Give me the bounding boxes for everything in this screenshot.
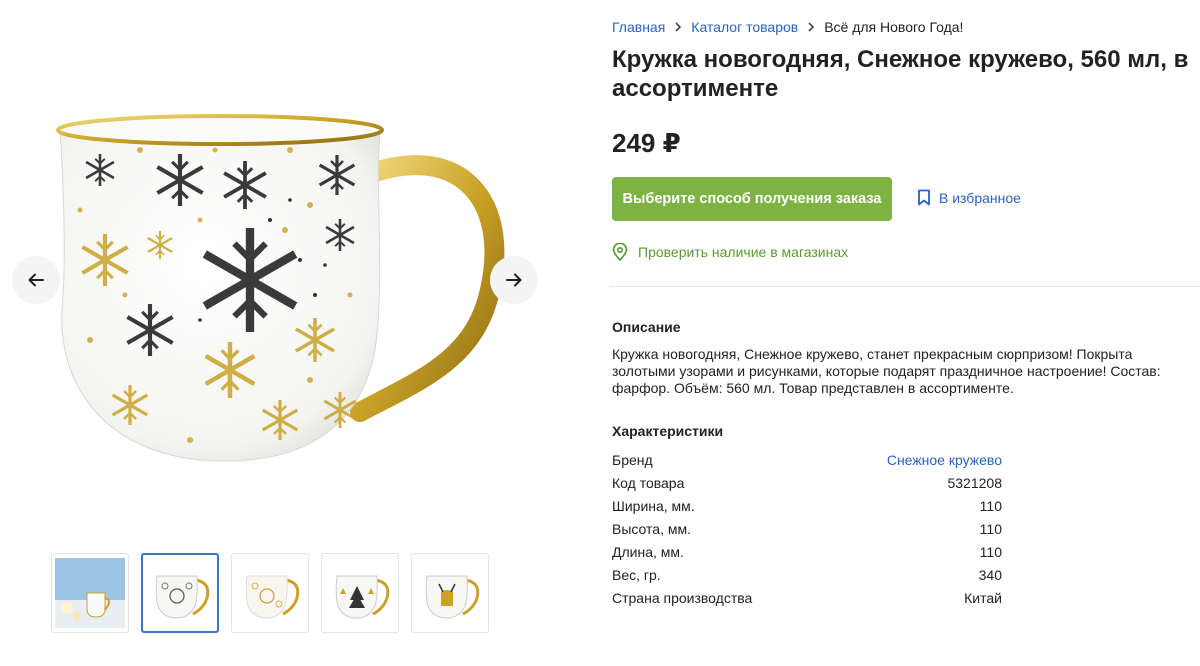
breadcrumb-home-link[interactable]: Главная bbox=[612, 19, 665, 35]
spec-row-code: Код товара 5321208 bbox=[612, 471, 1002, 494]
gallery-prev-button[interactable] bbox=[12, 256, 60, 304]
section-divider bbox=[610, 286, 1200, 287]
spec-row-width: Ширина, мм. 110 bbox=[612, 494, 1002, 517]
thumbnail-gold-deer-image bbox=[425, 575, 480, 619]
add-to-favorites-button[interactable]: В избранное bbox=[917, 189, 1021, 206]
favorites-label: В избранное bbox=[939, 189, 1021, 206]
thumbnail-3[interactable] bbox=[231, 553, 309, 633]
product-main-image bbox=[40, 90, 520, 490]
description-text: Кружка новогодняя, Снежное кружево, стан… bbox=[612, 346, 1161, 396]
specs-heading: Характеристики bbox=[612, 423, 724, 439]
brand-link[interactable]: Снежное кружево bbox=[887, 452, 1002, 468]
spec-label: Длина, мм. bbox=[612, 543, 684, 560]
spec-label: Страна производства bbox=[612, 589, 753, 606]
spec-value: 340 bbox=[978, 566, 1002, 583]
thumbnail-gold-snowflakes-image bbox=[245, 575, 300, 619]
spec-label: Ширина, мм. bbox=[612, 497, 695, 514]
thumbnail-2[interactable] bbox=[141, 553, 219, 633]
spec-value: 110 bbox=[979, 543, 1002, 560]
arrow-left-icon bbox=[28, 273, 44, 287]
spec-row-length: Длина, мм. 110 bbox=[612, 540, 1002, 563]
spec-value: 110 bbox=[979, 520, 1002, 537]
product-price: 249 ₽ bbox=[612, 128, 681, 158]
chevron-right-icon bbox=[674, 22, 682, 32]
location-pin-icon bbox=[612, 243, 628, 261]
breadcrumb: Главная Каталог товаров Всё для Нового Г… bbox=[612, 19, 963, 35]
spec-row-height: Высота, мм. 110 bbox=[612, 517, 1002, 540]
spec-label: Вес, гр. bbox=[612, 566, 661, 583]
spec-value: 110 bbox=[979, 497, 1002, 514]
choose-delivery-button[interactable]: Выберите способ получения заказа bbox=[612, 177, 892, 221]
spec-row-country: Страна производства Китай bbox=[612, 586, 1002, 609]
spec-row-brand: Бренд Снежное кружево bbox=[612, 448, 1002, 471]
thumbnail-scene-image bbox=[55, 558, 125, 628]
bookmark-icon bbox=[917, 189, 931, 206]
breadcrumb-catalog-link[interactable]: Каталог товаров bbox=[691, 19, 798, 35]
mug-illustration bbox=[56, 114, 505, 462]
spec-label: Код товара bbox=[612, 474, 685, 491]
thumbnail-black-trees-image bbox=[335, 575, 390, 619]
thumbnail-4[interactable] bbox=[321, 553, 399, 633]
gallery-next-button[interactable] bbox=[490, 256, 538, 304]
spec-label: Высота, мм. bbox=[612, 520, 691, 537]
thumbnail-5[interactable] bbox=[411, 553, 489, 633]
thumbnail-1[interactable] bbox=[51, 553, 129, 633]
specs-table: Бренд Снежное кружево Код товара 5321208… bbox=[612, 448, 1002, 609]
check-stock-label: Проверить наличие в магазинах bbox=[638, 244, 849, 260]
chevron-right-icon bbox=[807, 22, 815, 32]
spec-label: Бренд bbox=[612, 451, 653, 468]
breadcrumb-current: Всё для Нового Года! bbox=[824, 19, 964, 35]
description-heading: Описание bbox=[612, 319, 681, 335]
arrow-right-icon bbox=[506, 273, 522, 287]
product-title: Кружка новогодняя, Снежное кружево, 560 … bbox=[612, 46, 1189, 102]
spec-row-weight: Вес, гр. 340 bbox=[612, 563, 1002, 586]
product-gallery bbox=[0, 0, 560, 666]
spec-value: Китай bbox=[964, 589, 1002, 606]
check-stock-link[interactable]: Проверить наличие в магазинах bbox=[612, 243, 848, 261]
thumbnail-strip bbox=[51, 553, 489, 633]
spec-value: 5321208 bbox=[947, 474, 1002, 491]
thumbnail-silver-snowflakes-image bbox=[155, 575, 210, 619]
